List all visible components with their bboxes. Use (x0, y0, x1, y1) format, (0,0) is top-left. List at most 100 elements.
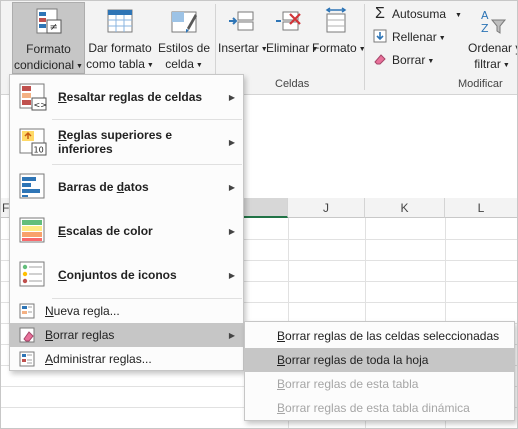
format-as-table-icon (107, 9, 133, 33)
cell-styles-label-2: celda (165, 57, 194, 71)
access-key: R (58, 128, 67, 142)
submenu-item-clear-selected-cells[interactable]: Borrar reglas de las celdas seleccionada… (245, 324, 514, 348)
menu-item-manage-rules[interactable]: Administrar reglas... (10, 347, 243, 371)
access-key: A (45, 352, 54, 366)
conditional-format-icon: ≠ (36, 8, 61, 34)
submenu-item-clear-this-table: Borrar reglas de esta tabla (245, 372, 514, 396)
manage-rules-icon (19, 351, 35, 367)
access-key: B (277, 401, 286, 415)
label-text: dministrar reglas... (53, 352, 152, 366)
access-key: B (277, 353, 286, 367)
label-text: orrar reglas de las celdas seleccionadas (285, 329, 500, 343)
dropdown-arrow-icon: ▼ (195, 62, 203, 69)
access-key: B (277, 377, 286, 391)
autosum-button[interactable]: Σ Autosuma ▼ (372, 4, 462, 24)
menu-item-top-bottom-rules[interactable]: 10 Reglas superiores e inferiores ▶ (10, 120, 243, 164)
menu-item-label: Reglas superiores e inferiores (58, 128, 221, 156)
column-header-k[interactable]: K (365, 198, 445, 218)
label-text: orrar reglas de toda la hoja (285, 353, 429, 367)
sort-filter-label-1: Ordenar y (468, 41, 518, 55)
submenu-arrow-icon: ▶ (228, 226, 236, 236)
menu-item-data-bars[interactable]: Barras de datos ▶ (10, 165, 243, 209)
format-as-table-button[interactable]: Dar formato como tabla ▼ (86, 2, 154, 74)
submenu-item-clear-pivot-table: Borrar reglas de esta tabla dinámica (245, 396, 514, 420)
conditional-format-label-2: condicional (14, 58, 75, 72)
label-text: eglas superiores e inferiores (58, 128, 173, 156)
delete-button[interactable]: Eliminar ▼ (266, 2, 318, 74)
label-text: esaltar reglas de celdas (66, 90, 203, 104)
clear-button[interactable]: Borrar ▼ (372, 50, 434, 70)
delete-label: Eliminar (266, 41, 310, 55)
color-scales-icon (19, 217, 45, 243)
column-header-selected[interactable] (240, 198, 288, 218)
menu-item-highlight-rules[interactable]: <> Resaltar reglas de celdas ▶ (10, 75, 243, 119)
svg-text:10: 10 (34, 146, 44, 155)
insert-cells-icon (229, 11, 254, 31)
icon-sets-icon (19, 261, 45, 287)
access-key: B (45, 328, 54, 342)
access-key: E (58, 224, 67, 238)
delete-cells-icon (276, 11, 301, 31)
submenu-arrow-icon: ▶ (228, 270, 236, 280)
label-text: Barras de (58, 180, 117, 194)
access-key: d (116, 180, 125, 194)
sort-filter-label-row: filtrar ▼ (468, 56, 516, 74)
conditional-format-label-1: Formato (26, 42, 71, 56)
column-header-j[interactable]: J (288, 198, 365, 218)
format-cells-icon (325, 7, 347, 33)
fill-down-icon (372, 27, 388, 47)
format-button[interactable]: Formato ▼ (312, 2, 366, 74)
conditional-format-button[interactable]: ≠ Formato condicional ▼ (12, 2, 85, 74)
group-separator (364, 4, 365, 90)
dropdown-arrow-icon: ▼ (146, 62, 154, 69)
delete-label-row: Eliminar ▼ (266, 40, 318, 58)
menu-item-clear-rules[interactable]: Borrar reglas ▶ (10, 323, 243, 347)
fill-button[interactable]: Rellenar ▼ (372, 27, 446, 47)
format-as-table-label-2: como tabla (86, 57, 145, 71)
sort-filter-label-2: filtrar (474, 57, 501, 71)
sort-filter-icon: A Z (481, 9, 507, 35)
cell-styles-icon (171, 11, 197, 33)
label-text: scalas de color (66, 224, 153, 238)
menu-item-label: Resaltar reglas de celdas (58, 90, 221, 104)
access-key: C (58, 268, 67, 282)
sigma-icon: Σ (375, 5, 385, 22)
menu-item-label: Barras de datos (58, 180, 221, 194)
menu-item-icon-sets[interactable]: Conjuntos de iconos ▶ (10, 253, 243, 297)
cell-styles-button[interactable]: Estilos de celda ▼ (156, 2, 212, 74)
clear-label: Borrar (392, 53, 426, 67)
insert-label: Insertar (218, 41, 259, 55)
label-text: ueva regla... (53, 304, 120, 318)
cells-group-label: Celdas (275, 78, 310, 90)
fill-label: Rellenar (392, 30, 437, 44)
eraser-icon (372, 50, 388, 70)
menu-item-label: Conjuntos de iconos (58, 268, 221, 282)
access-key: N (45, 304, 54, 318)
autosum-label: Autosuma (392, 7, 447, 21)
menu-item-new-rule[interactable]: Nueva regla... (10, 299, 243, 323)
menu-item-label: Nueva regla... (45, 304, 243, 318)
new-rule-icon (19, 303, 35, 319)
top-bottom-rules-icon: 10 (19, 128, 47, 156)
access-key: R (58, 90, 67, 104)
label-text: orrar reglas de esta tabla (285, 377, 419, 391)
format-label-row: Formato ▼ (312, 40, 366, 58)
dropdown-arrow-icon: ▼ (438, 35, 446, 42)
dropdown-arrow-icon: ▼ (427, 58, 435, 65)
conditional-format-label-row: condicional ▼ (13, 57, 84, 75)
menu-item-label: Escalas de color (58, 224, 221, 238)
data-bars-icon (19, 173, 45, 199)
insert-label-row: Insertar ▼ (218, 40, 268, 58)
menu-item-color-scales[interactable]: Escalas de color ▶ (10, 209, 243, 253)
submenu-item-clear-entire-sheet[interactable]: Borrar reglas de toda la hoja (245, 348, 514, 372)
column-header-l[interactable]: L (445, 198, 518, 218)
clear-rules-submenu: Borrar reglas de las celdas seleccionada… (244, 321, 515, 421)
svg-text:≠: ≠ (49, 22, 57, 33)
menu-item-label: Borrar reglas (45, 328, 221, 342)
submenu-arrow-icon: ▶ (228, 137, 236, 147)
submenu-arrow-icon: ▶ (228, 182, 236, 192)
sort-filter-button[interactable]: A Z Ordenar y filtrar ▼ (468, 2, 518, 74)
modify-group-label: Modificar (458, 78, 503, 90)
label-text: onjuntos de iconos (66, 268, 177, 282)
insert-button[interactable]: Insertar ▼ (218, 2, 268, 74)
